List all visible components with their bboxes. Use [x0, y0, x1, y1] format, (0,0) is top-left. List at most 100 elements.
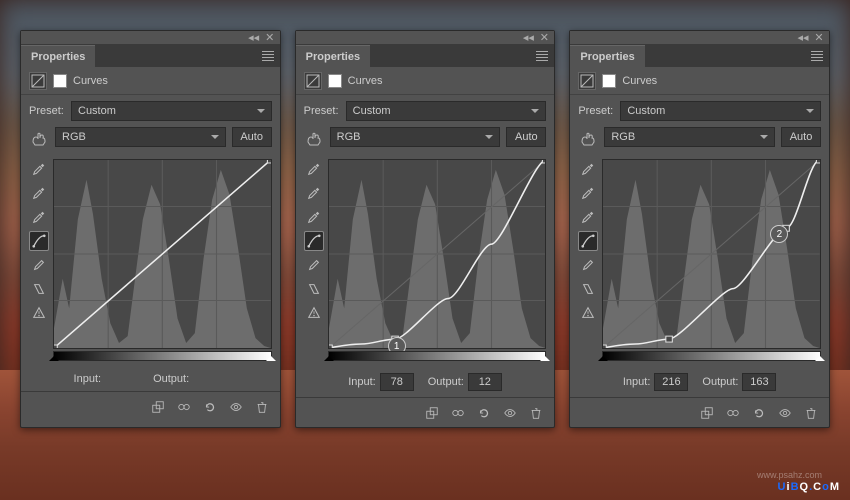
pencil-tool-icon[interactable] — [304, 255, 324, 275]
reset-icon[interactable] — [751, 405, 767, 421]
mask-icon[interactable] — [53, 74, 67, 88]
gradient-slider[interactable] — [602, 351, 821, 361]
panel-menu-button[interactable] — [256, 45, 280, 67]
curve-tool-icon[interactable] — [578, 231, 598, 251]
view-previous-icon[interactable] — [176, 399, 192, 415]
adjustment-icon — [304, 72, 322, 90]
eyedropper-white-icon[interactable] — [578, 207, 598, 227]
eyedropper-black-icon[interactable] — [578, 159, 598, 179]
adjustment-icon — [578, 72, 596, 90]
eyedropper-white-icon[interactable] — [29, 207, 49, 227]
channel-dropdown[interactable]: RGB — [55, 127, 226, 147]
preset-dropdown[interactable]: Custom — [346, 101, 547, 121]
channel-dropdown[interactable]: RGB — [330, 127, 501, 147]
input-output-row: Input: Output: — [296, 367, 555, 397]
gradient-slider[interactable] — [328, 351, 547, 361]
collapse-left-icon[interactable]: ◂◂ — [524, 34, 532, 42]
white-point-handle[interactable] — [540, 351, 550, 361]
adjustment-icon — [29, 72, 47, 90]
auto-button[interactable]: Auto — [232, 127, 272, 147]
visibility-icon[interactable] — [228, 399, 244, 415]
reset-icon[interactable] — [476, 405, 492, 421]
tab-properties[interactable]: Properties — [296, 45, 370, 67]
eyedropper-gray-icon[interactable] — [578, 183, 598, 203]
tab-properties[interactable]: Properties — [570, 45, 644, 67]
properties-panel: ◂◂ ✕ Properties Curves Preset: Custom RG… — [569, 30, 830, 428]
channel-dropdown[interactable]: RGB — [604, 127, 775, 147]
input-label: Input: — [348, 376, 376, 388]
trash-icon[interactable] — [528, 405, 544, 421]
collapse-left-icon[interactable]: ◂◂ — [250, 34, 258, 42]
warning-icon — [29, 303, 49, 323]
preset-dropdown[interactable]: Custom — [71, 101, 272, 121]
tab-properties[interactable]: Properties — [21, 45, 95, 67]
eyedropper-black-icon[interactable] — [29, 159, 49, 179]
curve-tool-icon[interactable] — [304, 231, 324, 251]
clip-tool-icon[interactable] — [304, 279, 324, 299]
close-icon[interactable]: ✕ — [266, 34, 274, 42]
close-icon[interactable]: ✕ — [540, 34, 548, 42]
properties-panel: ◂◂ ✕ Properties Curves Preset: Custom RG… — [295, 30, 556, 428]
black-point-handle[interactable] — [324, 351, 334, 361]
black-point-handle[interactable] — [49, 351, 59, 361]
properties-panel: ◂◂ ✕ Properties Curves Preset: Custom RG… — [20, 30, 281, 428]
warning-icon — [578, 303, 598, 323]
preset-label: Preset: — [578, 105, 614, 117]
targeted-adjustment-icon[interactable] — [304, 128, 324, 146]
output-label: Output: — [702, 376, 738, 388]
trash-icon[interactable] — [803, 405, 819, 421]
output-label: Output: — [428, 376, 464, 388]
preset-label: Preset: — [304, 105, 340, 117]
clip-to-layer-icon[interactable] — [699, 405, 715, 421]
section-title: Curves — [622, 75, 657, 87]
view-previous-icon[interactable] — [450, 405, 466, 421]
preset-dropdown[interactable]: Custom — [620, 101, 821, 121]
black-point-handle[interactable] — [598, 351, 608, 361]
visibility-icon[interactable] — [777, 405, 793, 421]
clip-tool-icon[interactable] — [578, 279, 598, 299]
curves-graph[interactable]: 1 — [328, 159, 547, 349]
curves-graph[interactable] — [53, 159, 272, 349]
section-title: Curves — [348, 75, 383, 87]
targeted-adjustment-icon[interactable] — [29, 128, 49, 146]
view-previous-icon[interactable] — [725, 405, 741, 421]
output-label: Output: — [153, 373, 189, 385]
eyedropper-gray-icon[interactable] — [29, 183, 49, 203]
eyedropper-gray-icon[interactable] — [304, 183, 324, 203]
auto-button[interactable]: Auto — [506, 127, 546, 147]
mask-icon[interactable] — [602, 74, 616, 88]
targeted-adjustment-icon[interactable] — [578, 128, 598, 146]
curves-graph[interactable]: 2 — [602, 159, 821, 349]
eyedropper-black-icon[interactable] — [304, 159, 324, 179]
input-label: Input: — [623, 376, 651, 388]
input-field[interactable] — [654, 373, 688, 391]
curve-tool-icon[interactable] — [29, 231, 49, 251]
clip-to-layer-icon[interactable] — [150, 399, 166, 415]
output-field[interactable] — [742, 373, 776, 391]
mask-icon[interactable] — [328, 74, 342, 88]
collapse-left-icon[interactable]: ◂◂ — [799, 34, 807, 42]
warning-icon — [304, 303, 324, 323]
pencil-tool-icon[interactable] — [578, 255, 598, 275]
visibility-icon[interactable] — [502, 405, 518, 421]
close-icon[interactable]: ✕ — [815, 34, 823, 42]
panel-menu-button[interactable] — [530, 45, 554, 67]
auto-button[interactable]: Auto — [781, 127, 821, 147]
reset-icon[interactable] — [202, 399, 218, 415]
input-output-row: Input: Output: — [21, 367, 280, 391]
clip-to-layer-icon[interactable] — [424, 405, 440, 421]
clip-tool-icon[interactable] — [29, 279, 49, 299]
output-field[interactable] — [468, 373, 502, 391]
white-point-handle[interactable] — [266, 351, 276, 361]
panel-menu-button[interactable] — [805, 45, 829, 67]
eyedropper-white-icon[interactable] — [304, 207, 324, 227]
pencil-tool-icon[interactable] — [29, 255, 49, 275]
input-output-row: Input: Output: — [570, 367, 829, 397]
white-point-handle[interactable] — [815, 351, 825, 361]
section-title: Curves — [73, 75, 108, 87]
input-label: Input: — [74, 373, 102, 385]
watermark-logo: UiBQ.CoM — [778, 477, 840, 494]
gradient-slider[interactable] — [53, 351, 272, 361]
input-field[interactable] — [380, 373, 414, 391]
trash-icon[interactable] — [254, 399, 270, 415]
